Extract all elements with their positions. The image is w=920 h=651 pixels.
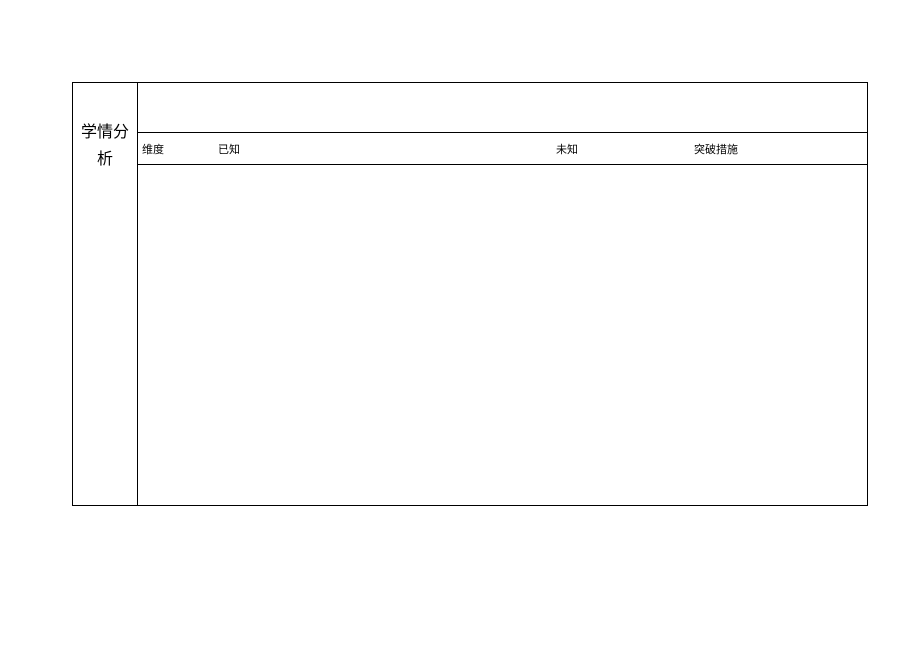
row-header-cell: 学情分析: [73, 83, 138, 505]
right-content: 维度 已知 未知 突破措施: [138, 83, 867, 505]
col-header-measures: 突破措施: [690, 141, 867, 157]
table-body-area: [138, 165, 867, 505]
row-header-label: 学情分析: [81, 119, 129, 173]
column-headers-row: 维度 已知 未知 突破措施: [138, 133, 867, 165]
col-header-dimension: 维度: [138, 141, 214, 157]
analysis-table: 学情分析 维度 已知 未知 突破措施: [72, 82, 868, 506]
col-header-unknown: 未知: [552, 141, 690, 157]
main-row: 学情分析 维度 已知 未知 突破措施: [73, 83, 867, 505]
top-spacer-row: [138, 83, 867, 133]
col-header-known: 已知: [214, 141, 552, 157]
